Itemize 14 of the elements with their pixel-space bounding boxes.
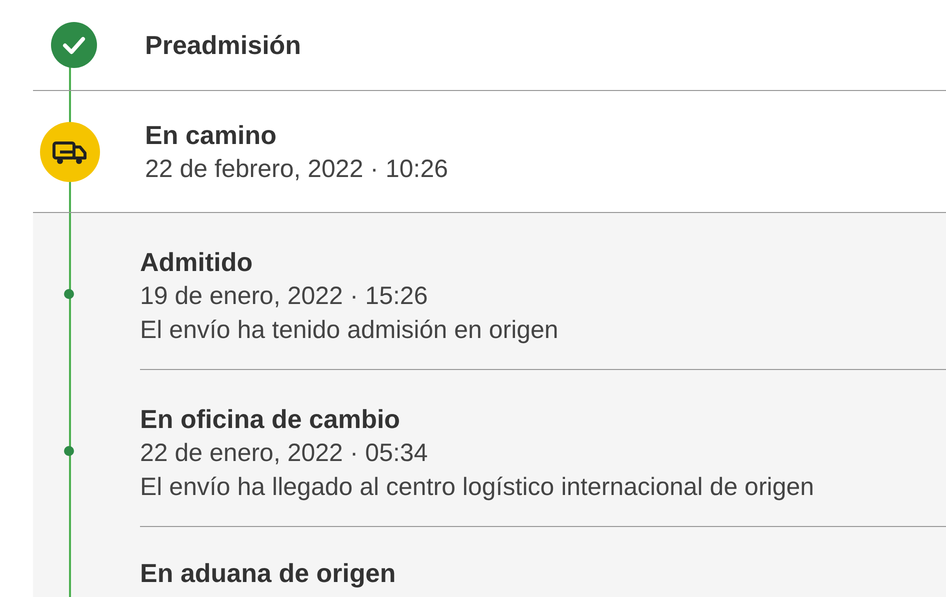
timeline-dot: [64, 446, 74, 456]
event-title: En oficina de cambio: [140, 403, 402, 436]
check-icon: [51, 22, 97, 68]
truck-icon: [40, 122, 100, 182]
event-date: 19 de enero, 2022 · 15:26: [140, 281, 429, 312]
step-title: Preadmisión: [145, 29, 302, 62]
event-date: 22 de enero, 2022 · 05:34: [140, 438, 429, 469]
event-description: El envío ha llegado al centro logístico internacional de origen: [140, 472, 816, 503]
event-title: Admitido: [140, 246, 254, 279]
event-title: En aduana de origen: [140, 559, 397, 587]
step-title: En camino: [145, 118, 278, 152]
timeline-dot: [64, 289, 74, 299]
event-description: El envío ha tenido admisión en origen: [140, 315, 560, 346]
step-date: 22 de febrero, 2022 · 10:26: [145, 154, 448, 184]
